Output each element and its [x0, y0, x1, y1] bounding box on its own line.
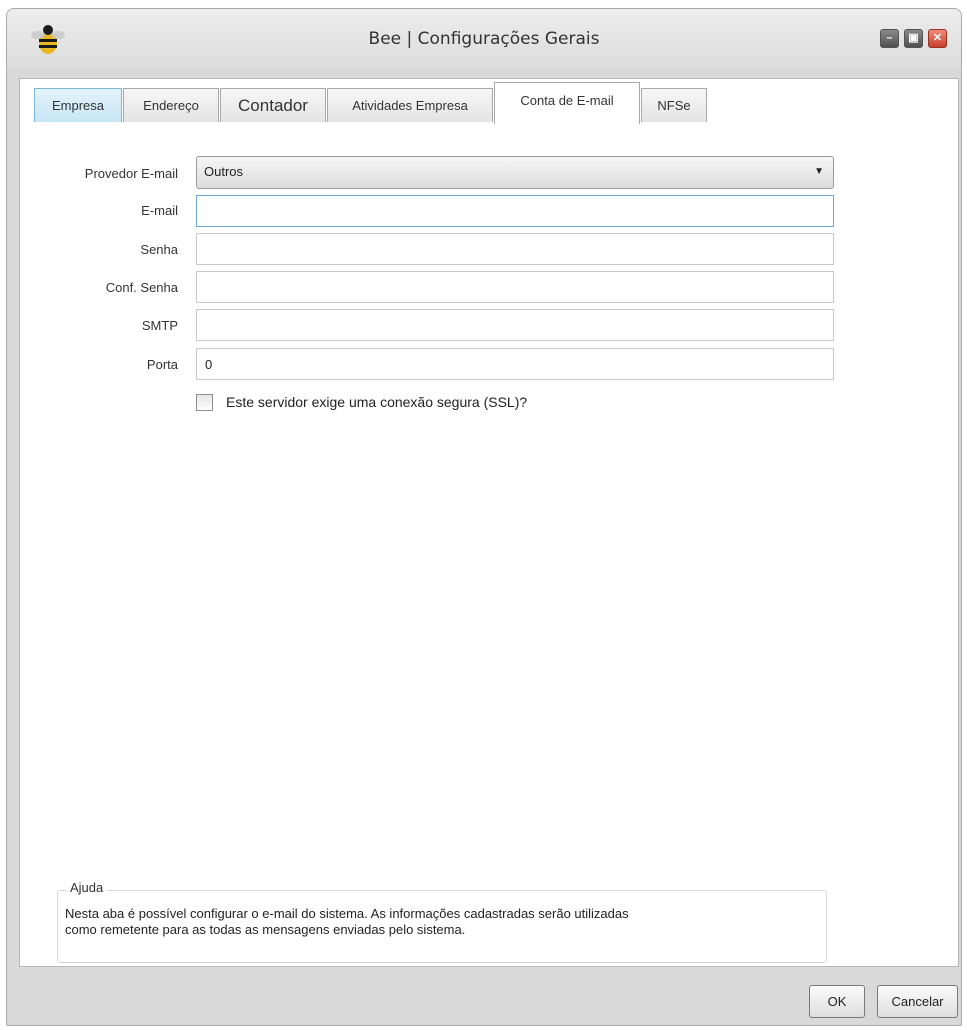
email-field[interactable] — [196, 195, 834, 227]
port-label: Porta — [146, 357, 178, 372]
ssl-checkbox[interactable] — [196, 394, 213, 411]
tab-atividades-empresa[interactable]: Atividades Empresa — [327, 88, 493, 122]
tab-contador[interactable]: Contador — [220, 88, 326, 122]
provider-select[interactable]: Outros ▼ — [196, 156, 834, 189]
help-text-line: como remetente para as todas as mensagen… — [65, 922, 466, 937]
ok-button[interactable]: OK — [809, 985, 865, 1018]
provider-label: Provedor E-mail — [84, 166, 178, 181]
smtp-label: SMTP — [141, 318, 178, 333]
help-text-line: Nesta aba é possível configurar o e-mail… — [65, 906, 629, 921]
cancel-button[interactable]: Cancelar — [877, 985, 958, 1018]
tab-empresa[interactable]: Empresa — [34, 88, 122, 122]
password-field[interactable] — [196, 233, 834, 265]
maximize-button[interactable]: ▣ — [904, 29, 923, 48]
help-text: Nesta aba é possível configurar o e-mail… — [65, 906, 815, 938]
tab-conta-de-email[interactable]: Conta de E-mail — [494, 82, 640, 124]
email-label: E-mail — [141, 203, 178, 218]
window-title: Bee | Configurações Gerais — [368, 29, 600, 49]
chevron-down-icon: ▼ — [814, 166, 824, 177]
confirm-password-label: Conf. Senha — [105, 280, 178, 295]
title-bar[interactable]: Bee | Configurações Gerais – ▣ ✕ — [7, 9, 961, 69]
tab-endereco[interactable]: Endereço — [123, 88, 219, 122]
password-label: Senha — [140, 242, 178, 257]
tab-nfse[interactable]: NFSe — [641, 88, 707, 122]
smtp-field[interactable] — [196, 309, 834, 341]
port-field[interactable] — [196, 348, 834, 380]
minimize-button[interactable]: – — [880, 29, 899, 48]
ssl-checkbox-label[interactable]: Este servidor exige uma conexão segura (… — [226, 394, 527, 410]
help-title: Ajuda — [66, 880, 108, 895]
close-button[interactable]: ✕ — [928, 29, 947, 48]
confirm-password-field[interactable] — [196, 271, 834, 303]
provider-selected-value: Outros — [204, 164, 244, 179]
